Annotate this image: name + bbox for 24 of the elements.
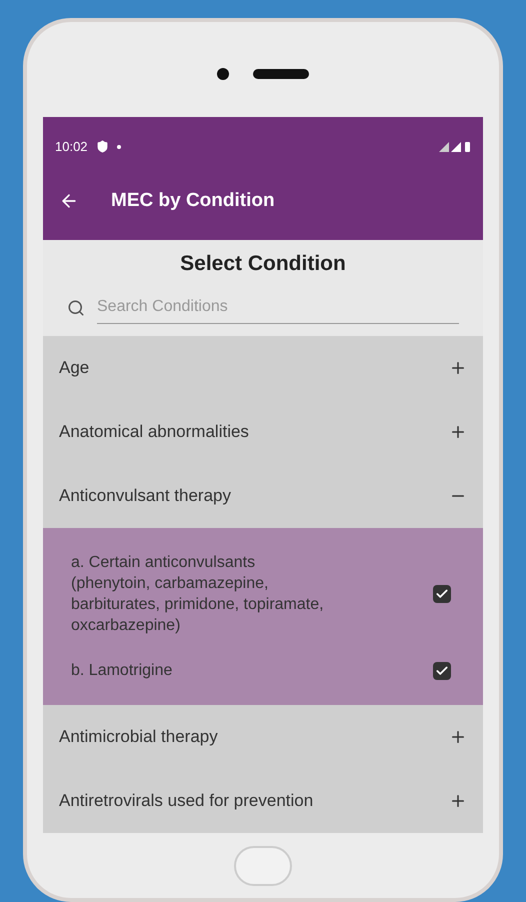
speaker-icon — [253, 68, 309, 78]
checkbox[interactable] — [433, 585, 451, 603]
condition-row[interactable]: Anticonvulsant therapy — [43, 464, 483, 528]
expand-icon[interactable] — [449, 728, 467, 746]
search-icon — [67, 298, 85, 316]
subcondition-label: a. Certain anticonvulsants (phenytoin, carbamazepine, barbiturates, primidone, topiramate, oxcarbazepine) — [71, 553, 325, 636]
expand-icon[interactable] — [449, 792, 467, 810]
condition-row[interactable]: Age — [43, 336, 483, 400]
search-field[interactable]: Search Conditions — [97, 291, 459, 324]
signal-battery-icon — [437, 140, 471, 153]
condition-row[interactable]: Antimicrobial therapy — [43, 705, 483, 769]
condition-row[interactable]: Anatomical abnormalities — [43, 400, 483, 464]
expand-icon[interactable] — [449, 359, 467, 377]
page-heading: Select Condition — [180, 250, 346, 276]
expand-icon[interactable] — [449, 423, 467, 441]
checkbox[interactable] — [433, 662, 451, 680]
status-time: 10:02 — [55, 138, 88, 156]
condition-row[interactable]: Antiretrovirals used for prevention — [43, 769, 483, 833]
check-icon — [435, 664, 449, 678]
check-icon — [435, 587, 449, 601]
subcondition-label: b. Lamotrigine — [71, 661, 172, 681]
toolbar-title: MEC by Condition — [111, 189, 275, 213]
camera-icon — [217, 68, 229, 80]
shield-icon — [96, 140, 109, 154]
